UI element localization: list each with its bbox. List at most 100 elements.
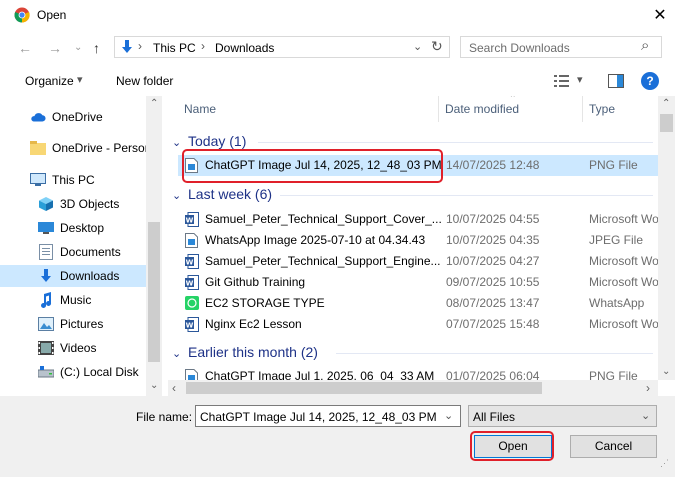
scroll-down-icon[interactable]: ⌄ bbox=[662, 366, 670, 377]
sidebar-item-onedrive[interactable]: OneDrive bbox=[0, 106, 146, 128]
file-type: Microsoft Wo bbox=[589, 275, 658, 289]
group-header-earlier-this-month[interactable]: Earlier this month (2) bbox=[188, 344, 318, 360]
navigation-pane: OneDrive OneDrive - Persor This PC 3D Ob… bbox=[0, 96, 162, 396]
up-arrow-icon[interactable]: ↑ bbox=[93, 40, 100, 56]
breadcrumb-separator[interactable]: › bbox=[138, 39, 142, 53]
nav-history-chevron-icon[interactable]: ⌄ bbox=[74, 42, 82, 53]
refresh-icon[interactable]: ↻ bbox=[431, 38, 443, 55]
pictures-icon bbox=[38, 316, 54, 332]
preview-pane-icon[interactable] bbox=[608, 74, 624, 88]
sidebar-item-label: 3D Objects bbox=[60, 197, 120, 211]
sidebar-item-label: (C:) Local Disk bbox=[60, 365, 139, 379]
file-type: JPEG File bbox=[589, 233, 644, 247]
scroll-up-icon[interactable]: ⌃ bbox=[662, 98, 670, 109]
column-header-type[interactable]: Type bbox=[589, 102, 615, 116]
scroll-left-icon[interactable]: ‹ bbox=[172, 381, 176, 395]
sidebar-scroll-up-icon[interactable]: ⌃ bbox=[150, 98, 158, 109]
file-type-dropdown-icon[interactable]: ⌄ bbox=[641, 409, 650, 422]
file-name-dropdown-icon[interactable]: ⌄ bbox=[444, 409, 453, 422]
sidebar-scroll-down-icon[interactable]: ⌄ bbox=[150, 380, 158, 391]
sidebar-item-documents[interactable]: Documents bbox=[0, 241, 146, 263]
group-divider bbox=[258, 142, 653, 143]
group-collapse-icon[interactable]: ⌄ bbox=[172, 347, 181, 360]
sidebar-item-pictures[interactable]: Pictures bbox=[0, 313, 146, 335]
file-row[interactable]: W Samuel_Peter_Technical_Support_Engine.… bbox=[178, 251, 658, 272]
resize-grip-icon[interactable]: ⋰ bbox=[660, 458, 669, 469]
vertical-scroll-thumb[interactable] bbox=[660, 114, 673, 132]
file-date: 10/07/2025 04:35 bbox=[446, 233, 540, 247]
sidebar-scroll-thumb[interactable] bbox=[148, 222, 160, 362]
forward-arrow-icon[interactable]: → bbox=[48, 40, 62, 56]
sidebar-item-local-disk[interactable]: (C:) Local Disk bbox=[0, 361, 146, 383]
desktop-icon bbox=[38, 220, 54, 236]
sidebar-item-videos[interactable]: Videos bbox=[0, 337, 146, 359]
group-collapse-icon[interactable]: ⌄ bbox=[172, 136, 181, 149]
file-type: Microsoft Wo bbox=[589, 254, 658, 268]
sidebar-item-onedrive-personal[interactable]: OneDrive - Persor bbox=[0, 137, 149, 159]
word-icon: W bbox=[185, 275, 199, 290]
file-type: PNG File bbox=[589, 369, 638, 380]
cloud-icon bbox=[30, 109, 46, 125]
sidebar-item-desktop[interactable]: Desktop bbox=[0, 217, 146, 239]
sidebar-item-this-pc[interactable]: This PC bbox=[0, 169, 146, 191]
dialog-footer: File name: ChatGPT Image Jul 14, 2025, 1… bbox=[0, 396, 675, 477]
back-arrow-icon[interactable]: ← bbox=[18, 40, 32, 56]
address-bar[interactable]: › This PC › Downloads ⌄ ↻ bbox=[114, 36, 450, 58]
new-folder-button[interactable]: New folder bbox=[116, 74, 173, 88]
file-name: Samuel_Peter_Technical_Support_Cover_... bbox=[205, 212, 442, 226]
folder-icon bbox=[30, 140, 46, 156]
file-row[interactable]: EC2 STORAGE TYPE 08/07/2025 13:47 WhatsA… bbox=[178, 293, 658, 314]
help-icon[interactable]: ? bbox=[641, 72, 659, 90]
file-list-vertical-scrollbar[interactable] bbox=[658, 96, 675, 380]
cube-icon bbox=[38, 196, 54, 212]
search-icon: ⌕ bbox=[641, 37, 650, 54]
breadcrumb-separator[interactable]: › bbox=[201, 39, 205, 53]
monitor-icon bbox=[30, 172, 46, 188]
title-bar: Open ✕ bbox=[0, 0, 675, 30]
svg-text:W: W bbox=[186, 322, 194, 330]
file-row[interactable]: W Samuel_Peter_Technical_Support_Cover_.… bbox=[178, 209, 658, 230]
file-date: 10/07/2025 04:27 bbox=[446, 254, 540, 268]
column-header-name[interactable]: Name bbox=[184, 102, 216, 116]
file-row[interactable]: W Git Github Training 09/07/2025 10:55 M… bbox=[178, 272, 658, 293]
organize-dropdown-icon[interactable]: ▾ bbox=[77, 73, 83, 86]
address-dropdown-icon[interactable]: ⌄ bbox=[413, 40, 422, 53]
file-row[interactable]: ChatGPT Image Jul 1, 2025, 06_04_33 AM 0… bbox=[178, 366, 658, 380]
scroll-right-icon[interactable]: › bbox=[646, 381, 650, 395]
cancel-button[interactable]: Cancel bbox=[570, 435, 657, 458]
chrome-logo-icon bbox=[14, 7, 30, 23]
organize-button[interactable]: Organize bbox=[25, 74, 74, 88]
file-name-value: ChatGPT Image Jul 14, 2025, 12_48_03 PM bbox=[200, 410, 437, 424]
breadcrumb-downloads[interactable]: Downloads bbox=[215, 41, 274, 55]
file-type: Microsoft Wo bbox=[589, 212, 658, 226]
file-name-input[interactable]: ChatGPT Image Jul 14, 2025, 12_48_03 PM … bbox=[195, 405, 461, 427]
group-header-last-week[interactable]: Last week (6) bbox=[188, 186, 272, 202]
view-dropdown-icon[interactable]: ▾ bbox=[577, 73, 583, 86]
file-row[interactable]: W Nginx Ec2 Lesson 07/07/2025 15:48 Micr… bbox=[178, 314, 658, 335]
sidebar-item-3d-objects[interactable]: 3D Objects bbox=[0, 193, 146, 215]
sidebar-item-music[interactable]: Music bbox=[0, 289, 146, 311]
close-icon[interactable]: ✕ bbox=[652, 5, 668, 25]
sidebar-item-label: Downloads bbox=[60, 269, 120, 283]
annotation-highlight bbox=[470, 431, 554, 461]
sidebar-item-label: OneDrive bbox=[52, 110, 103, 124]
view-options-icon[interactable] bbox=[554, 74, 570, 88]
music-icon bbox=[38, 292, 54, 308]
search-input[interactable]: Search Downloads ⌕ bbox=[460, 36, 662, 58]
horizontal-scroll-thumb[interactable] bbox=[186, 382, 542, 394]
file-row[interactable]: WhatsApp Image 2025-07-10 at 04.34.43 10… bbox=[178, 230, 658, 251]
documents-icon bbox=[38, 244, 54, 260]
file-date: 07/07/2025 15:48 bbox=[446, 317, 540, 331]
sidebar-item-downloads[interactable]: Downloads bbox=[0, 265, 146, 287]
file-date: 08/07/2025 13:47 bbox=[446, 296, 540, 310]
file-date: 01/07/2025 06:04 bbox=[446, 369, 540, 380]
toolbar: Organize ▾ New folder ▾ ? bbox=[0, 66, 675, 96]
group-divider bbox=[336, 353, 653, 354]
file-type-select[interactable]: All Files ⌄ bbox=[468, 405, 657, 427]
breadcrumb-this-pc[interactable]: This PC bbox=[153, 41, 196, 55]
group-header-today[interactable]: Today (1) bbox=[188, 133, 246, 149]
group-collapse-icon[interactable]: ⌄ bbox=[172, 189, 181, 202]
column-header-date[interactable]: Date modified bbox=[445, 102, 519, 116]
file-name: WhatsApp Image 2025-07-10 at 04.34.43 bbox=[205, 233, 426, 247]
sidebar-item-label: Desktop bbox=[60, 221, 105, 235]
